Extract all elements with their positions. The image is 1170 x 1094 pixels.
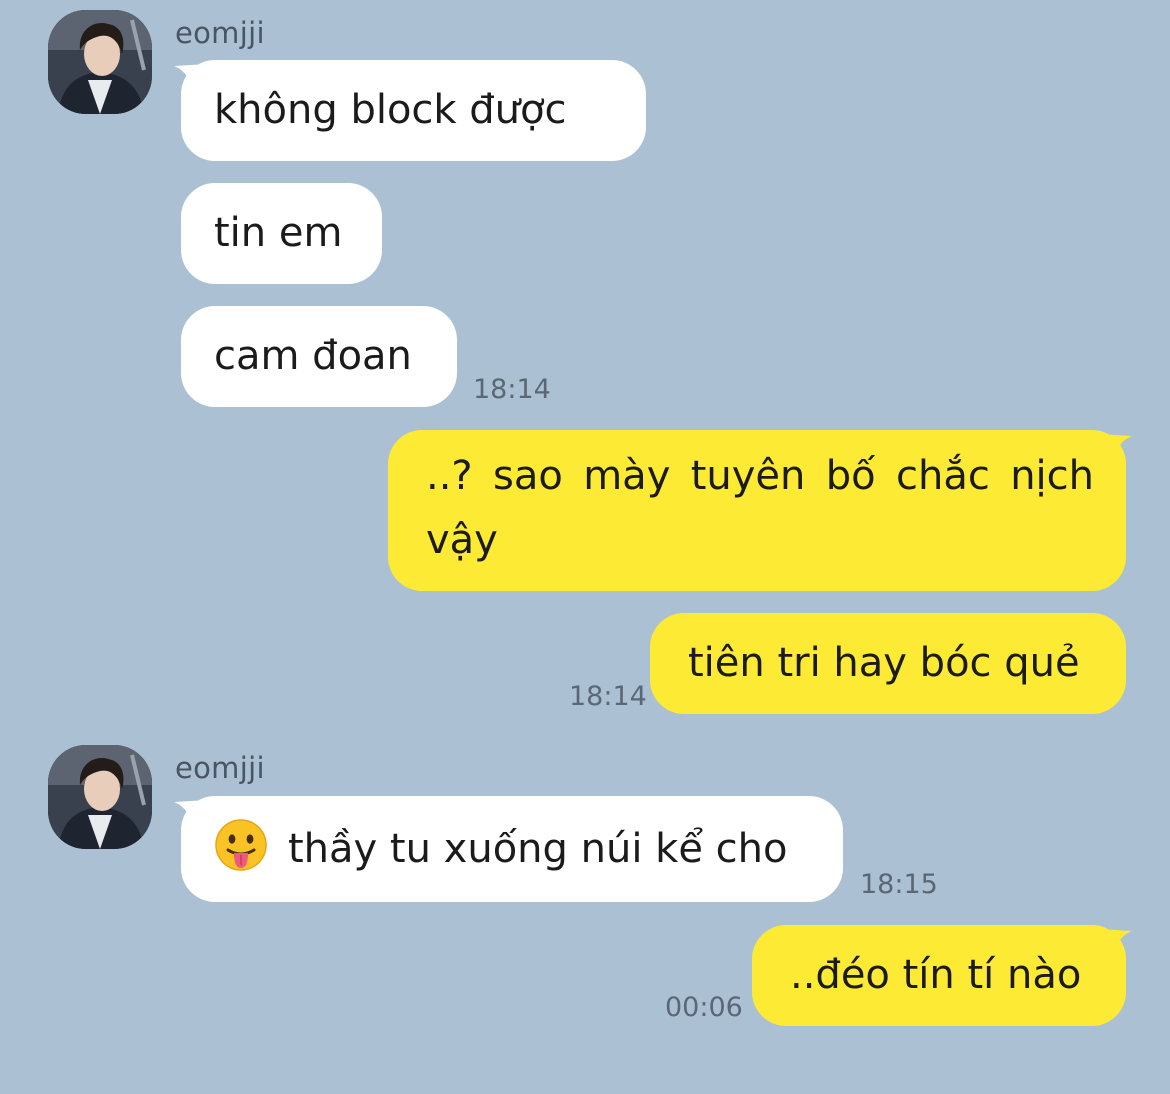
message-bubble[interactable]: tin em — [181, 183, 382, 284]
message-bubble[interactable]: không block được — [181, 60, 646, 161]
message-text: thầy tu xuống núi kể cho — [288, 826, 788, 872]
profile-photo-avatar-icon — [48, 745, 152, 849]
sender-name: eomjji — [175, 16, 265, 50]
message-text: ..? sao mày tuyên bố chắc nịch vậy — [426, 453, 1094, 563]
message-bubble[interactable]: cam đoan — [181, 306, 457, 407]
message-bubble[interactable]: thầy tu xuống núi kể cho — [181, 796, 843, 902]
message-timestamp: 18:14 — [569, 681, 647, 712]
message-bubble[interactable]: tiên tri hay bóc quẻ — [650, 613, 1126, 714]
message-text: tiên tri hay bóc quẻ — [688, 640, 1080, 686]
message-timestamp: 18:15 — [860, 869, 938, 900]
message-text: tin em — [214, 210, 343, 256]
sender-avatar[interactable] — [48, 10, 152, 114]
message-text: không block được — [214, 87, 567, 133]
message-text: ..đéo tín tí nào — [790, 952, 1082, 998]
message-timestamp: 18:14 — [473, 374, 551, 405]
profile-photo-avatar-icon — [48, 10, 152, 114]
tongue-out-face-emoji-icon — [215, 819, 267, 871]
message-text: cam đoan — [214, 333, 412, 379]
sender-name: eomjji — [175, 751, 265, 785]
message-timestamp: 00:06 — [665, 992, 743, 1023]
message-bubble[interactable]: ..? sao mày tuyên bố chắc nịch vậy — [388, 430, 1126, 591]
message-bubble[interactable]: ..đéo tín tí nào — [752, 925, 1126, 1026]
sender-avatar[interactable] — [48, 745, 152, 849]
